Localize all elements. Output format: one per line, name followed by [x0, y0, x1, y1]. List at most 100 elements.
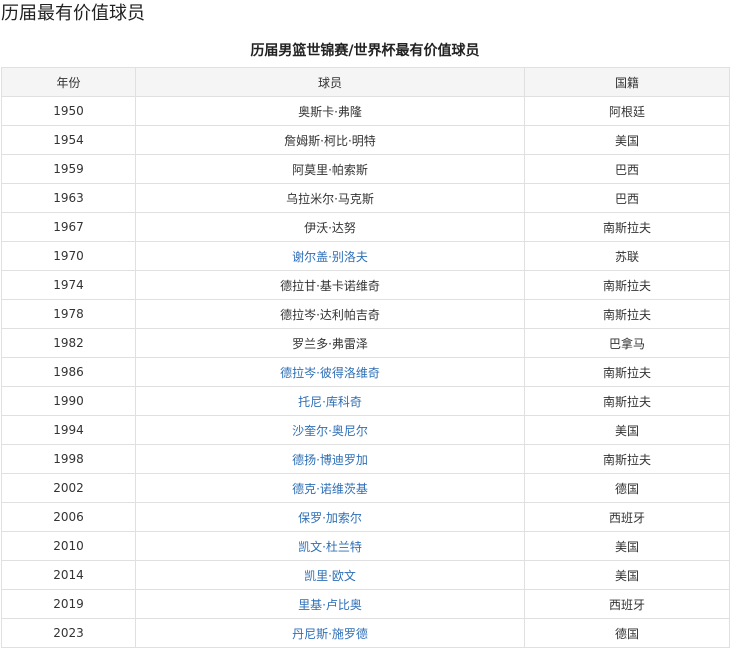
table-row: 2023 丹尼斯·施罗德 德国: [1, 618, 730, 648]
cell-year: 1970: [1, 241, 136, 271]
table-row: 2002 德克·诺维茨基 德国: [1, 473, 730, 503]
cell-nation: 南斯拉夫: [524, 357, 730, 387]
player-name: 德拉岑·达利帕吉奇: [280, 307, 380, 322]
mvp-table: 年份 球员 国籍 1950 奥斯卡·弗隆 阿根廷 1954 詹姆斯·柯比·明特 美国 195…: [1, 67, 730, 648]
player-name: 阿莫里·帕索斯: [292, 162, 368, 177]
table-row: 1963 乌拉米尔·马克斯 巴西: [1, 183, 730, 213]
table-row: 2019 里基·卢比奥 西班牙: [1, 589, 730, 619]
player-link[interactable]: 德克·诺维茨基: [292, 482, 368, 496]
player-link[interactable]: 谢尔盖·别洛夫: [292, 250, 368, 264]
cell-player: 德拉甘·基卡诺维奇: [135, 270, 525, 300]
table-row: 1974 德拉甘·基卡诺维奇 南斯拉夫: [1, 270, 730, 300]
table-row: 1959 阿莫里·帕索斯 巴西: [1, 154, 730, 184]
table-row: 1978 德拉岑·达利帕吉奇 南斯拉夫: [1, 299, 730, 329]
page-title: 历届最有价值球员: [1, 3, 145, 24]
player-name: 罗兰多·弗雷泽: [292, 336, 368, 351]
cell-year: 1974: [1, 270, 136, 300]
player-link[interactable]: 保罗·加索尔: [298, 511, 362, 525]
table-row: 1950 奥斯卡·弗隆 阿根廷: [1, 96, 730, 126]
cell-player: 凯里·欧文: [135, 560, 525, 590]
cell-nation: 美国: [524, 125, 730, 155]
cell-year: 2014: [1, 560, 136, 590]
table-row: 1994 沙奎尔·奥尼尔 美国: [1, 415, 730, 445]
cell-player: 德拉岑·彼得洛维奇: [135, 357, 525, 387]
cell-player: 奥斯卡·弗隆: [135, 96, 525, 126]
player-link[interactable]: 丹尼斯·施罗德: [292, 627, 368, 641]
cell-player: 詹姆斯·柯比·明特: [135, 125, 525, 155]
table-row: 2006 保罗·加索尔 西班牙: [1, 502, 730, 532]
player-name: 乌拉米尔·马克斯: [286, 191, 374, 206]
cell-player: 罗兰多·弗雷泽: [135, 328, 525, 358]
player-link[interactable]: 凯文·杜兰特: [298, 540, 362, 554]
cell-player: 乌拉米尔·马克斯: [135, 183, 525, 213]
cell-nation: 阿根廷: [524, 96, 730, 126]
table-row: 2010 凯文·杜兰特 美国: [1, 531, 730, 561]
cell-year: 2002: [1, 473, 136, 503]
cell-year: 1954: [1, 125, 136, 155]
cell-player: 沙奎尔·奥尼尔: [135, 415, 525, 445]
table-row: 1990 托尼·库科奇 南斯拉夫: [1, 386, 730, 416]
cell-player: 阿莫里·帕索斯: [135, 154, 525, 184]
player-link[interactable]: 德扬·博迪罗加: [292, 453, 368, 467]
cell-year: 2023: [1, 618, 136, 648]
cell-nation: 美国: [524, 415, 730, 445]
cell-year: 1994: [1, 415, 136, 445]
cell-nation: 西班牙: [524, 502, 730, 532]
table-row: 1998 德扬·博迪罗加 南斯拉夫: [1, 444, 730, 474]
table-caption: 历届男篮世锦赛/世界杯最有价值球员: [250, 43, 480, 59]
cell-nation: 苏联: [524, 241, 730, 271]
player-link[interactable]: 托尼·库科奇: [298, 395, 362, 409]
table-body: 1950 奥斯卡·弗隆 阿根廷 1954 詹姆斯·柯比·明特 美国 1959 阿莫里·帕索斯巴…: [1, 96, 730, 648]
cell-nation: 德国: [524, 618, 730, 648]
cell-year: 1950: [1, 96, 136, 126]
cell-player: 德拉岑·达利帕吉奇: [135, 299, 525, 329]
cell-player: 保罗·加索尔: [135, 502, 525, 532]
cell-year: 2019: [1, 589, 136, 619]
cell-player: 凯文·杜兰特: [135, 531, 525, 561]
player-name: 詹姆斯·柯比·明特: [284, 133, 376, 148]
header-nation: 国籍: [524, 67, 730, 97]
table-row: 1970 谢尔盖·别洛夫 苏联: [1, 241, 730, 271]
cell-nation: 美国: [524, 531, 730, 561]
cell-nation: 德国: [524, 473, 730, 503]
cell-year: 1990: [1, 386, 136, 416]
table-row: 1986 德拉岑·彼得洛维奇 南斯拉夫: [1, 357, 730, 387]
cell-player: 德扬·博迪罗加: [135, 444, 525, 474]
cell-nation: 美国: [524, 560, 730, 590]
cell-nation: 南斯拉夫: [524, 299, 730, 329]
header-player: 球员: [135, 67, 525, 97]
cell-year: 1982: [1, 328, 136, 358]
cell-nation: 西班牙: [524, 589, 730, 619]
table-row: 1967 伊沃·达努 南斯拉夫: [1, 212, 730, 242]
player-link[interactable]: 沙奎尔·奥尼尔: [292, 424, 368, 438]
cell-nation: 南斯拉夫: [524, 386, 730, 416]
cell-player: 谢尔盖·别洛夫: [135, 241, 525, 271]
cell-player: 德克·诺维茨基: [135, 473, 525, 503]
table-header-row: 年份 球员 国籍: [1, 67, 730, 97]
cell-nation: 南斯拉夫: [524, 212, 730, 242]
cell-year: 1986: [1, 357, 136, 387]
cell-year: 1998: [1, 444, 136, 474]
cell-nation: 巴西: [524, 154, 730, 184]
cell-year: 1967: [1, 212, 136, 242]
player-link[interactable]: 里基·卢比奥: [298, 598, 362, 612]
cell-nation: 巴拿马: [524, 328, 730, 358]
player-name: 伊沃·达努: [304, 220, 356, 235]
cell-nation: 南斯拉夫: [524, 444, 730, 474]
header-year: 年份: [1, 67, 136, 97]
cell-player: 托尼·库科奇: [135, 386, 525, 416]
cell-year: 2010: [1, 531, 136, 561]
cell-year: 1963: [1, 183, 136, 213]
cell-player: 里基·卢比奥: [135, 589, 525, 619]
player-link[interactable]: 德拉岑·彼得洛维奇: [280, 366, 380, 380]
cell-player: 丹尼斯·施罗德: [135, 618, 525, 648]
table-row: 1954 詹姆斯·柯比·明特 美国: [1, 125, 730, 155]
player-link[interactable]: 凯里·欧文: [304, 569, 356, 583]
player-name: 德拉甘·基卡诺维奇: [280, 278, 380, 293]
player-name: 奥斯卡·弗隆: [298, 104, 362, 119]
cell-nation: 南斯拉夫: [524, 270, 730, 300]
cell-year: 1978: [1, 299, 136, 329]
cell-year: 1959: [1, 154, 136, 184]
table-row: 1982 罗兰多·弗雷泽 巴拿马: [1, 328, 730, 358]
cell-year: 2006: [1, 502, 136, 532]
